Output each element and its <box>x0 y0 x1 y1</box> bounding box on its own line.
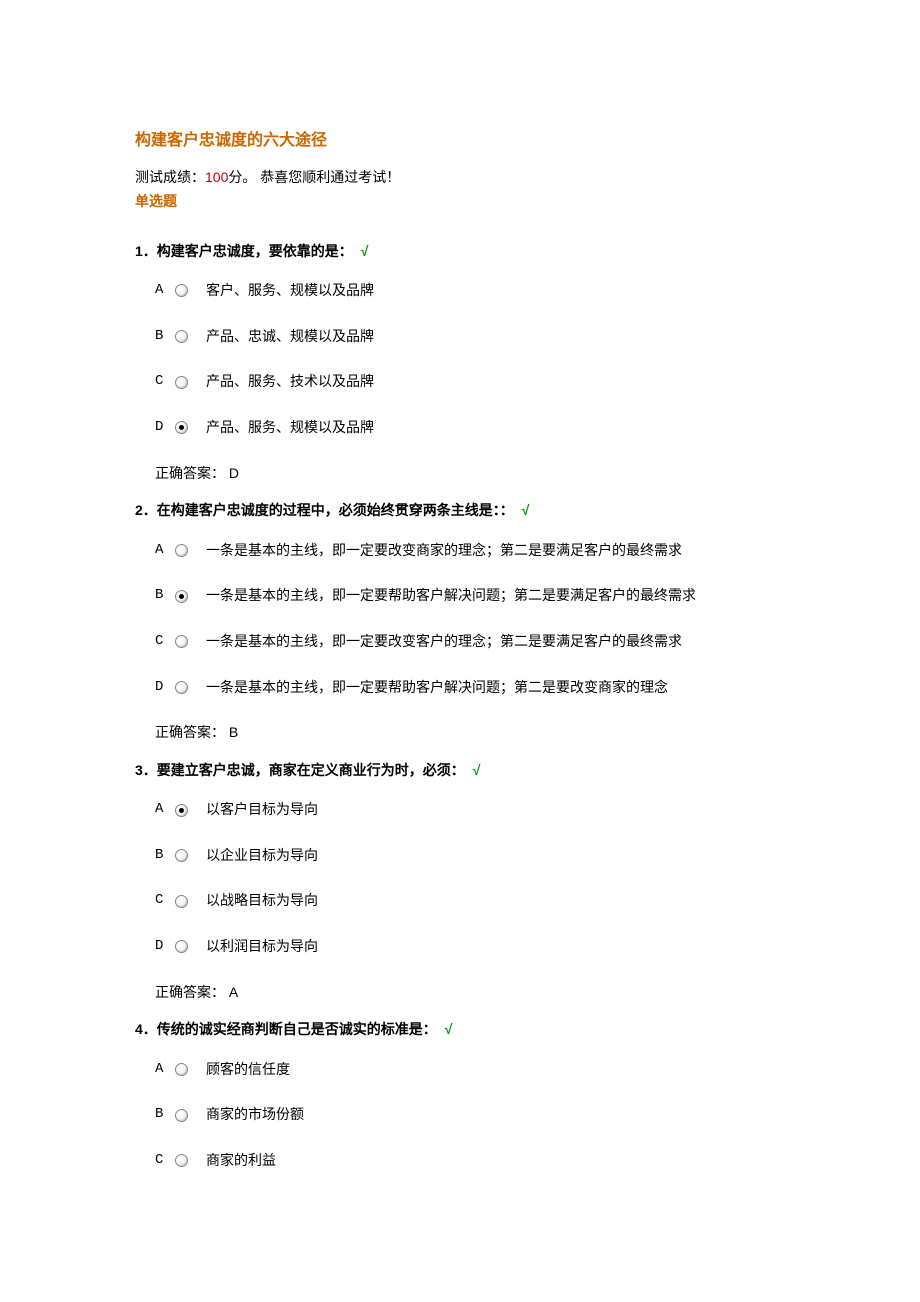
option-row: B 一条是基本的主线，即一定要帮助客户解决问题；第二是要满足客户的最终需求 <box>155 586 920 606</box>
score-line: 测试成绩：100分。 恭喜您顺利通过考试！ <box>135 168 920 188</box>
option-row: D 以利润目标为导向 <box>155 937 920 957</box>
option-letter: A <box>155 800 175 820</box>
option-text: 产品、服务、技术以及品牌 <box>206 372 374 392</box>
question: 4．传统的诚实经商判断自己是否诚实的标准是： √ A 顾客的信任度 B 商家的市场份额 C… <box>135 1020 920 1170</box>
question-title: 要建立客户忠诚，商家在定义商业行为时，必须： <box>157 762 465 778</box>
option-letter: B <box>155 1105 175 1125</box>
radio-button[interactable] <box>175 1063 188 1076</box>
question-text: 3．要建立客户忠诚，商家在定义商业行为时，必须： √ <box>135 761 920 781</box>
option-letter: C <box>155 372 175 392</box>
question: 2．在构建客户忠诚度的过程中，必须始终贯穿两条主线是：： √ A 一条是基本的主线，… <box>135 501 920 743</box>
option-letter: B <box>155 327 175 347</box>
option-letter: A <box>155 281 175 301</box>
radio-button[interactable] <box>175 1154 188 1167</box>
radio-button[interactable] <box>175 849 188 862</box>
score-suffix: 分。 恭喜您顺利通过考试！ <box>228 169 400 185</box>
radio-button[interactable] <box>175 284 188 297</box>
radio-button[interactable] <box>175 590 188 603</box>
question-title: 构建客户忠诚度，要依靠的是： <box>157 243 353 259</box>
option-text: 以战略目标为导向 <box>206 891 318 911</box>
option-row: C 以战略目标为导向 <box>155 891 920 911</box>
question-number: 3． <box>135 762 157 778</box>
radio-button[interactable] <box>175 330 188 343</box>
option-text: 一条是基本的主线，即一定要帮助客户解决问题；第二是要满足客户的最终需求 <box>206 586 696 606</box>
option-letter: D <box>155 937 175 957</box>
question-number: 4． <box>135 1021 157 1037</box>
correct-answer: 正确答案： B <box>155 723 920 743</box>
radio-button[interactable] <box>175 804 188 817</box>
option-text: 一条是基本的主线，即一定要改变商家的理念；第二是要满足客户的最终需求 <box>206 541 682 561</box>
answer-label: 正确答案： <box>155 984 225 1000</box>
option-row: A 顾客的信任度 <box>155 1060 920 1080</box>
answer-value: D <box>225 465 239 481</box>
correct-answer: 正确答案： A <box>155 983 920 1003</box>
radio-button[interactable] <box>175 681 188 694</box>
question-title: 传统的诚实经商判断自己是否诚实的标准是： <box>157 1021 437 1037</box>
radio-button[interactable] <box>175 635 188 648</box>
option-letter: C <box>155 1151 175 1171</box>
question: 3．要建立客户忠诚，商家在定义商业行为时，必须： √ A 以客户目标为导向 B 以企业目… <box>135 761 920 1003</box>
correct-answer: 正确答案： D <box>155 464 920 484</box>
radio-button[interactable] <box>175 421 188 434</box>
option-letter: A <box>155 1060 175 1080</box>
option-text: 商家的市场份额 <box>206 1105 304 1125</box>
question-text: 4．传统的诚实经商判断自己是否诚实的标准是： √ <box>135 1020 920 1040</box>
option-letter: C <box>155 891 175 911</box>
option-row: B 以企业目标为导向 <box>155 846 920 866</box>
section-label: 单选题 <box>135 192 920 212</box>
radio-button[interactable] <box>175 895 188 908</box>
option-text: 产品、服务、规模以及品牌 <box>206 418 374 438</box>
option-text: 客户、服务、规模以及品牌 <box>206 281 374 301</box>
check-icon: √ <box>522 502 530 518</box>
score-prefix: 测试成绩： <box>135 169 205 185</box>
option-text: 以客户目标为导向 <box>206 800 318 820</box>
option-row: A 客户、服务、规模以及品牌 <box>155 281 920 301</box>
score-value: 100 <box>205 169 228 185</box>
question-number: 2． <box>135 502 157 518</box>
option-row: A 以客户目标为导向 <box>155 800 920 820</box>
option-row: B 产品、忠诚、规模以及品牌 <box>155 327 920 347</box>
option-text: 产品、忠诚、规模以及品牌 <box>206 327 374 347</box>
check-icon: √ <box>361 243 369 259</box>
option-letter: D <box>155 418 175 438</box>
option-text: 一条是基本的主线，即一定要帮助客户解决问题；第二是要改变商家的理念 <box>206 678 668 698</box>
option-text: 以利润目标为导向 <box>206 937 318 957</box>
question-number: 1． <box>135 243 157 259</box>
option-row: C 商家的利益 <box>155 1151 920 1171</box>
option-row: D 产品、服务、规模以及品牌 <box>155 418 920 438</box>
answer-value: B <box>225 724 238 740</box>
option-row: A 一条是基本的主线，即一定要改变商家的理念；第二是要满足客户的最终需求 <box>155 541 920 561</box>
option-letter: A <box>155 541 175 561</box>
option-row: C 产品、服务、技术以及品牌 <box>155 372 920 392</box>
answer-label: 正确答案： <box>155 465 225 481</box>
option-row: C 一条是基本的主线，即一定要改变客户的理念；第二是要满足客户的最终需求 <box>155 632 920 652</box>
option-letter: B <box>155 846 175 866</box>
option-text: 以企业目标为导向 <box>206 846 318 866</box>
radio-button[interactable] <box>175 1109 188 1122</box>
radio-button[interactable] <box>175 544 188 557</box>
answer-value: A <box>225 984 238 1000</box>
option-text: 一条是基本的主线，即一定要改变客户的理念；第二是要满足客户的最终需求 <box>206 632 682 652</box>
radio-button[interactable] <box>175 940 188 953</box>
page-title: 构建客户忠诚度的六大途径 <box>135 130 920 152</box>
answer-label: 正确答案： <box>155 724 225 740</box>
option-text: 商家的利益 <box>206 1151 276 1171</box>
option-letter: C <box>155 632 175 652</box>
radio-button[interactable] <box>175 376 188 389</box>
question-text: 2．在构建客户忠诚度的过程中，必须始终贯穿两条主线是：： √ <box>135 501 920 521</box>
option-text: 顾客的信任度 <box>206 1060 290 1080</box>
option-row: B 商家的市场份额 <box>155 1105 920 1125</box>
question-text: 1．构建客户忠诚度，要依靠的是： √ <box>135 242 920 262</box>
option-row: D 一条是基本的主线，即一定要帮助客户解决问题；第二是要改变商家的理念 <box>155 678 920 698</box>
check-icon: √ <box>473 762 481 778</box>
check-icon: √ <box>445 1021 453 1037</box>
question: 1．构建客户忠诚度，要依靠的是： √ A 客户、服务、规模以及品牌 B 产品、忠诚、规模… <box>135 242 920 484</box>
option-letter: B <box>155 586 175 606</box>
question-title: 在构建客户忠诚度的过程中，必须始终贯穿两条主线是：： <box>157 502 514 518</box>
option-letter: D <box>155 678 175 698</box>
